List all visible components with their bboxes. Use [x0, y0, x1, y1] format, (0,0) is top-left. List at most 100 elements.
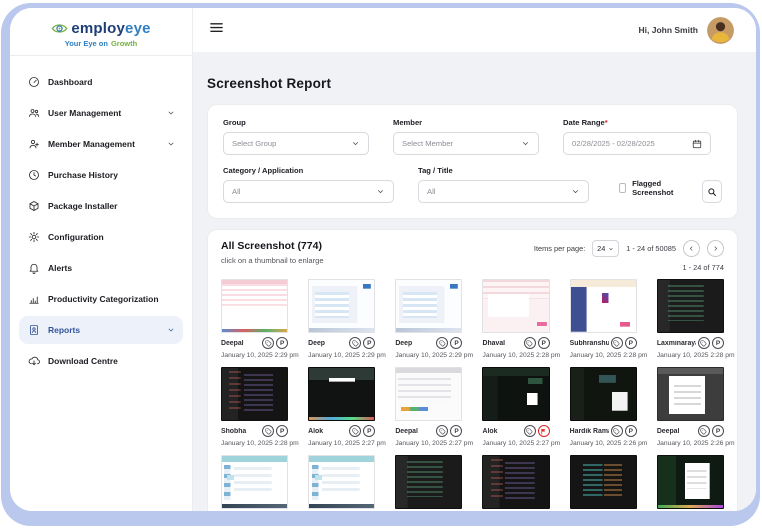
screenshot-thumbnail[interactable]: [395, 279, 462, 333]
tag-icon[interactable]: [611, 425, 623, 437]
screenshot-thumbnail[interactable]: [221, 279, 288, 333]
items-per-page-select[interactable]: 24: [592, 240, 619, 257]
productivity-badge[interactable]: P: [450, 337, 462, 349]
previous-page-button[interactable]: [683, 240, 700, 257]
tag-icon[interactable]: [524, 425, 536, 437]
sidebar-item-label: User Management: [48, 108, 121, 118]
member-field: Member Select Member: [393, 118, 539, 155]
member-select[interactable]: Select Member: [393, 132, 539, 155]
screenshot-thumbnail[interactable]: [657, 279, 724, 333]
date-range-input[interactable]: 02/28/2025 - 02/28/2025: [563, 132, 711, 155]
productivity-badge[interactable]: P: [712, 425, 724, 437]
screenshot-item: Deepal P January 10, 2025 2:29 pm: [221, 279, 288, 359]
tag-select[interactable]: All: [418, 180, 589, 203]
flag-icon[interactable]: [538, 425, 550, 437]
screenshot-thumbnail[interactable]: [657, 455, 724, 509]
sidebar-item-alerts[interactable]: Alerts: [19, 254, 183, 282]
screenshot-thumbnail[interactable]: [570, 455, 637, 509]
tag-icon[interactable]: [436, 425, 448, 437]
member-name: Laxminarayan: [657, 340, 696, 347]
screenshot-thumbnail[interactable]: [221, 455, 288, 509]
screenshot-thumbnail[interactable]: [657, 367, 724, 421]
productivity-badge[interactable]: P: [363, 425, 375, 437]
tag-icon[interactable]: [436, 337, 448, 349]
category-select[interactable]: All: [223, 180, 394, 203]
download-icon: [27, 355, 40, 368]
productivity-badge[interactable]: P: [625, 425, 637, 437]
checkbox-box[interactable]: [619, 183, 626, 193]
results-title: All Screenshot (774): [221, 240, 324, 252]
items-per-page-label: Items per page:: [534, 244, 585, 253]
screenshot-timestamp: January 10, 2025 2:29 pm: [221, 352, 288, 359]
sidebar-item-label: Member Management: [48, 139, 135, 149]
next-page-button[interactable]: [707, 240, 724, 257]
screenshot-thumbnail[interactable]: [395, 455, 462, 509]
member-name: Alok: [308, 428, 347, 435]
screenshot-thumbnail[interactable]: [221, 367, 288, 421]
tag-icon[interactable]: [349, 337, 361, 349]
member-name: Deep: [395, 340, 434, 347]
sidebar-item-productivity-categorization[interactable]: Productivity Categorization: [19, 285, 183, 313]
screenshot-thumbnail[interactable]: [308, 455, 375, 509]
productivity-badge[interactable]: P: [363, 337, 375, 349]
sidebar-item-member-management[interactable]: Member Management: [19, 130, 183, 158]
avatar[interactable]: [707, 17, 734, 44]
tag-icon[interactable]: [349, 425, 361, 437]
member-name: Subhranshu: [570, 340, 609, 347]
screenshot-thumbnail[interactable]: [570, 279, 637, 333]
tag-icon[interactable]: [698, 425, 710, 437]
flagged-screenshot-checkbox[interactable]: Flagged Screenshot: [619, 179, 678, 197]
screenshot-results-card: All Screenshot (774) click on a thumbnai…: [207, 229, 738, 511]
group-select[interactable]: Select Group: [223, 132, 369, 155]
tag-icon[interactable]: [262, 337, 274, 349]
screenshot-item: Deep P January 10, 2025 2:26 pm: [221, 455, 288, 511]
sidebar-item-package-installer[interactable]: Package Installer: [19, 192, 183, 220]
screenshot-item: Shobha January 10, 2025 2:25 pm: [657, 455, 724, 511]
search-icon: [707, 187, 717, 197]
sidebar-item-configuration[interactable]: Configuration: [19, 223, 183, 251]
tag-icon[interactable]: [698, 337, 710, 349]
brand-name: employeye: [71, 20, 150, 37]
screenshot-thumbnail[interactable]: [482, 279, 549, 333]
main-area: Hi, John Smith Screenshot Report Group: [193, 8, 756, 511]
app-window: employeye Your Eye onGrowth Dashboard Us…: [10, 8, 756, 511]
search-button[interactable]: [702, 180, 722, 203]
productivity-badge[interactable]: P: [538, 337, 550, 349]
sidebar-item-download-centre[interactable]: Download Centre: [19, 347, 183, 375]
sidebar-item-user-management[interactable]: User Management: [19, 99, 183, 127]
dashboard-icon: [27, 76, 40, 89]
tag-icon[interactable]: [524, 337, 536, 349]
chart-icon: [27, 293, 40, 306]
screenshot-thumbnail[interactable]: [482, 455, 549, 509]
filter-card: Group Select Group Member Select Member: [207, 104, 738, 219]
hamburger-menu-icon[interactable]: [209, 20, 224, 40]
sidebar-item-reports[interactable]: Reports: [19, 316, 183, 344]
member-add-icon: [27, 138, 40, 151]
screenshot-item: Alok January 10, 2025 2:27 pm: [482, 367, 549, 447]
screenshot-item: Deepal P January 10, 2025 2:27 pm: [395, 367, 462, 447]
sidebar-item-label: Purchase History: [48, 170, 118, 180]
productivity-badge[interactable]: P: [712, 337, 724, 349]
screenshot-item: Laxminarayan P January 10, 2025 2:25 pm: [570, 455, 637, 511]
tag-icon[interactable]: [262, 425, 274, 437]
productivity-badge[interactable]: P: [276, 337, 288, 349]
group-field: Group Select Group: [223, 118, 369, 155]
screenshot-thumbnail[interactable]: [482, 367, 549, 421]
chevron-down-icon: [608, 246, 614, 252]
logo: employeye Your Eye onGrowth: [10, 8, 192, 56]
required-asterisk: *: [605, 118, 608, 127]
productivity-badge[interactable]: P: [450, 425, 462, 437]
screenshot-thumbnail[interactable]: [308, 279, 375, 333]
date-range-label: Date Range*: [563, 118, 711, 127]
sidebar-item-dashboard[interactable]: Dashboard: [19, 68, 183, 96]
screenshot-thumbnail[interactable]: [395, 367, 462, 421]
tag-icon[interactable]: [611, 337, 623, 349]
productivity-badge[interactable]: P: [276, 425, 288, 437]
screenshot-thumbnail[interactable]: [308, 367, 375, 421]
clock-icon: [27, 169, 40, 182]
screenshot-thumbnail[interactable]: [570, 367, 637, 421]
screenshot-item: Laxminarayan P January 10, 2025 2:28 pm: [657, 279, 724, 359]
productivity-badge[interactable]: P: [625, 337, 637, 349]
users-icon: [27, 107, 40, 120]
sidebar-item-purchase-history[interactable]: Purchase History: [19, 161, 183, 189]
